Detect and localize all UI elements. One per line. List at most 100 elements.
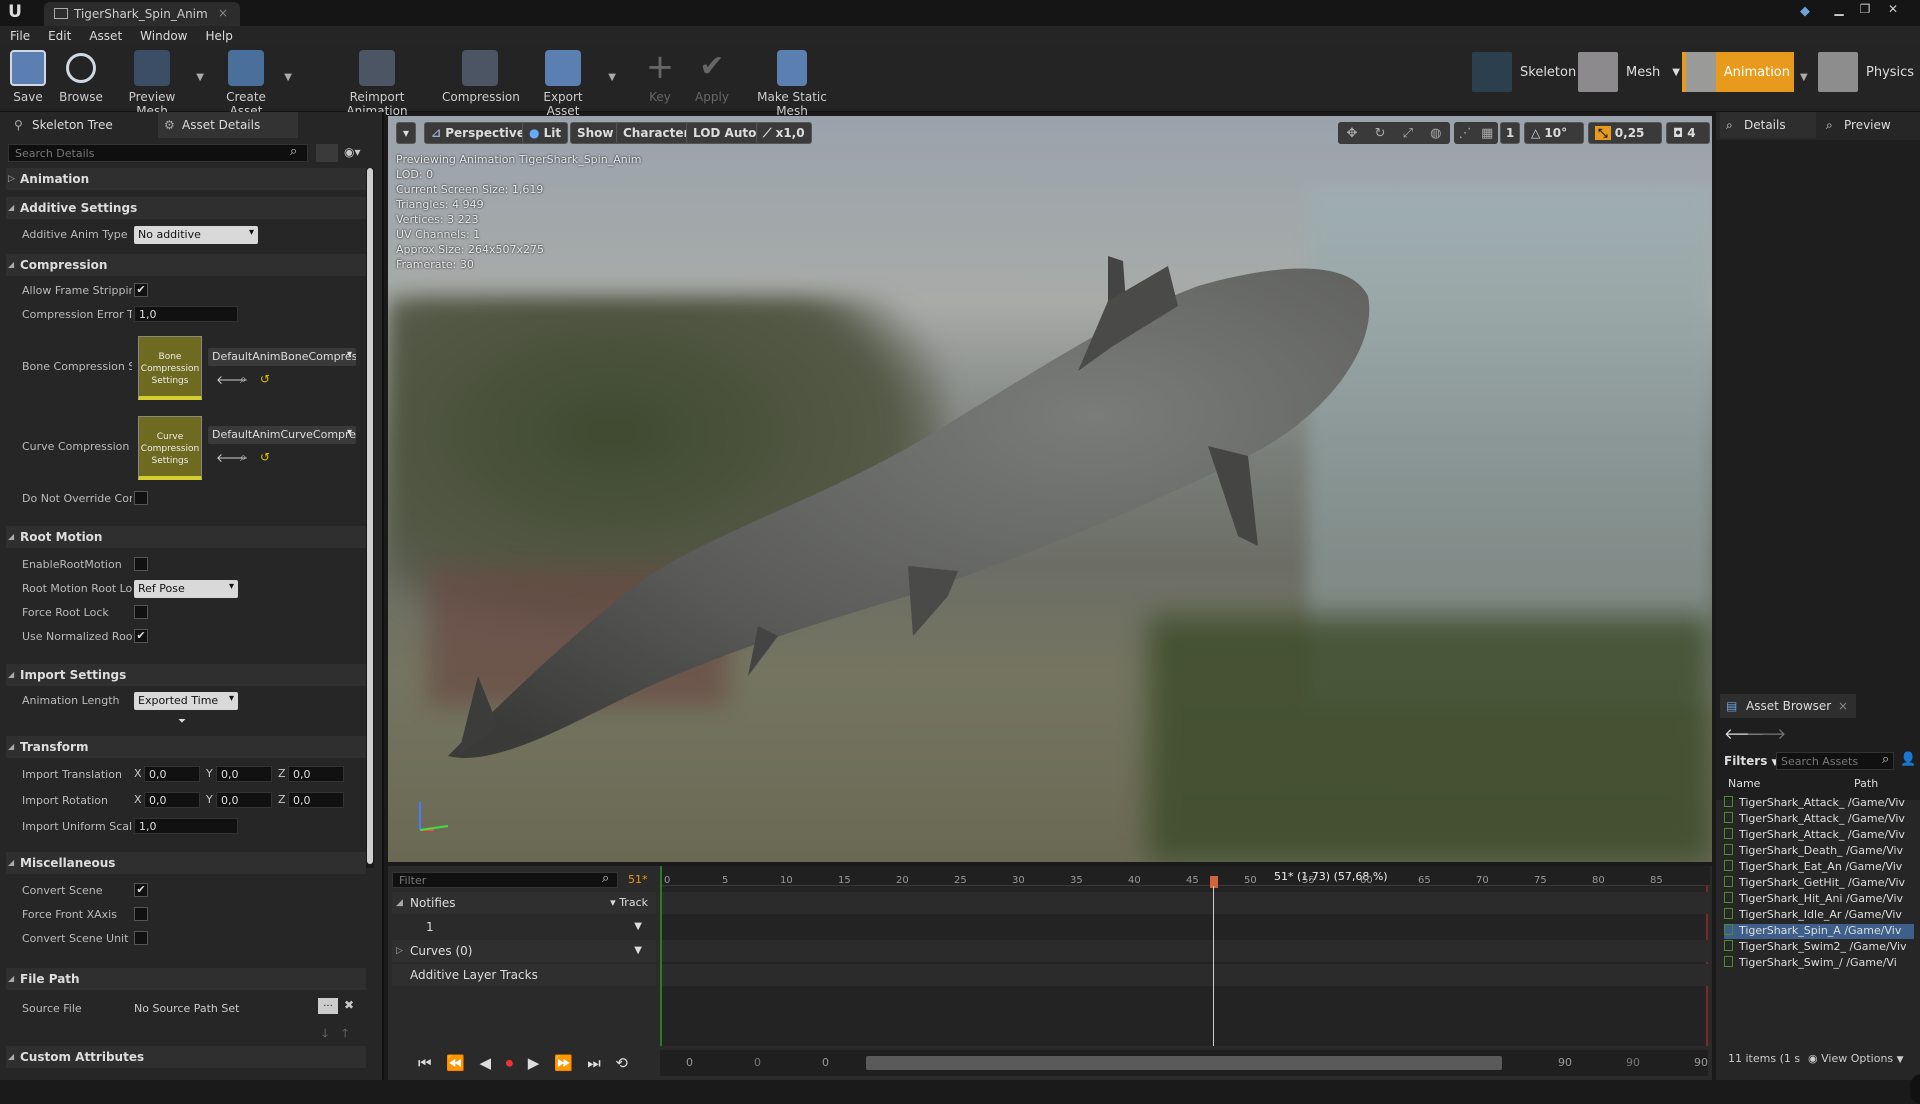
curve-compression-dropdown[interactable]: DefaultAnimCurveCompre <box>208 426 356 444</box>
key-button[interactable]: + Key <box>640 50 680 110</box>
bone-compression-dropdown[interactable]: DefaultAnimBoneCompres <box>208 348 356 366</box>
convert-scene-unit-checkbox[interactable] <box>134 931 148 945</box>
source-control-icon[interactable]: ◆ <box>1800 4 1818 20</box>
section-root-motion[interactable]: Root Motion <box>6 526 366 548</box>
mode-mesh[interactable]: Mesh ▼ <box>1578 52 1680 92</box>
tiger-shark-model[interactable] <box>388 116 1712 862</box>
search-details-input[interactable]: Search Details <box>8 144 308 162</box>
scale-snap-button[interactable]: ⤡ 0,25 <box>1588 122 1662 144</box>
perspective-button[interactable]: ⊿ Perspective <box>424 122 532 144</box>
viewport-options-dropdown[interactable]: ▾ <box>396 122 416 144</box>
arrow-up-icon[interactable]: 🡑 <box>342 1024 348 1045</box>
preview-mesh-button[interactable]: Preview Mesh ▼ <box>112 50 204 118</box>
tab-asset-details[interactable]: ⚙ Asset Details <box>158 112 298 138</box>
list-item[interactable]: TigerShark_Swim_/ /Game/Vi <box>1724 956 1914 971</box>
import-uniform-scale-field[interactable]: 1,0 <box>134 818 238 834</box>
curve-compression-thumbnail[interactable]: Curve Compression Settings <box>138 416 202 480</box>
lit-button[interactable]: ● Lit <box>522 122 569 144</box>
close-tab-icon[interactable]: × <box>1838 694 1848 718</box>
playback-speed-button[interactable]: ⟋ x1,0 <box>756 122 812 144</box>
range-slider[interactable] <box>866 1056 1502 1070</box>
tab-asset-browser[interactable]: ▤ Asset Browser × <box>1720 694 1856 718</box>
filters-button[interactable]: Filters ▼ <box>1724 754 1778 768</box>
allow-frame-stripping-checkbox[interactable]: ✔ <box>134 283 148 297</box>
layer-button[interactable]: 1 <box>1500 122 1520 144</box>
chevron-down-icon[interactable]: ▼ <box>634 940 642 962</box>
reset-icon[interactable]: ↺ <box>260 450 270 464</box>
section-miscellaneous[interactable]: Miscellaneous <box>6 852 366 874</box>
document-tab[interactable]: TigerShark_Spin_Anim × <box>44 2 240 26</box>
arrow-down-icon[interactable]: 🡓 <box>322 1024 328 1045</box>
close-tab-icon[interactable]: × <box>218 6 228 20</box>
preview-viewport[interactable]: ▾ ⊿ Perspective ● Lit Show Character LOD… <box>388 116 1712 862</box>
save-button[interactable]: Save <box>8 50 48 110</box>
tab-skeleton-tree[interactable]: ⚲ Skeleton Tree <box>8 112 158 138</box>
menu-asset[interactable]: Asset <box>89 26 122 46</box>
rotation-x-field[interactable]: 0,0 <box>144 792 200 808</box>
additive-lane[interactable] <box>662 964 1710 986</box>
chevron-down-icon[interactable]: ▼ <box>608 72 616 83</box>
do-not-override-checkbox[interactable] <box>134 491 148 505</box>
character-button[interactable]: Character <box>616 122 697 144</box>
convert-scene-checkbox[interactable]: ✔ <box>134 883 148 897</box>
rotate-icon[interactable]: ↻ <box>1375 126 1386 141</box>
menu-window[interactable]: Window <box>140 26 187 46</box>
compression-button[interactable]: Compression <box>442 50 520 110</box>
grid-icon[interactable]: ▦ <box>1481 126 1493 141</box>
play-reverse-icon[interactable]: ◀ <box>479 1054 491 1072</box>
expand-advanced-icon[interactable]: ⏷ <box>178 716 186 727</box>
list-item[interactable]: TigerShark_Attack_ /Game/Viv <box>1724 812 1914 827</box>
scrollbar-thumb[interactable] <box>367 168 373 864</box>
mode-skeleton[interactable]: Skeleton <box>1472 52 1576 92</box>
collapse-panel-handle[interactable] <box>1910 1074 1920 1104</box>
section-additive-settings[interactable]: Additive Settings <box>6 197 366 219</box>
list-item-selected[interactable]: TigerShark_Spin_A /Game/Viv <box>1724 924 1914 939</box>
rotation-y-field[interactable]: 0,0 <box>216 792 272 808</box>
translation-z-field[interactable]: 0,0 <box>288 766 344 782</box>
loop-icon[interactable]: ⟲ <box>615 1054 628 1072</box>
timeline-track-area[interactable] <box>660 866 1710 1046</box>
expand-icon[interactable]: ▷ <box>396 940 403 962</box>
menu-edit[interactable]: Edit <box>48 26 71 46</box>
menu-help[interactable]: Help <box>205 26 232 46</box>
list-item[interactable]: TigerShark_Eat_An /Game/Viv <box>1724 860 1914 875</box>
compression-error-field[interactable]: 1,0 <box>134 306 238 322</box>
list-item[interactable]: TigerShark_Hit_Ani /Game/Viv <box>1724 892 1914 907</box>
rotation-snap-button[interactable]: △ 10° <box>1524 122 1584 144</box>
skip-to-start-icon[interactable]: ⏮ <box>418 1054 432 1072</box>
apply-button[interactable]: ✔ Apply <box>690 50 734 110</box>
animation-length-dropdown[interactable]: Exported Time <box>134 692 238 710</box>
list-item[interactable]: TigerShark_Idle_Ar /Game/Viv <box>1724 908 1914 923</box>
playhead-handle[interactable] <box>1210 876 1218 888</box>
lod-button[interactable]: LOD Auto <box>686 122 764 144</box>
eye-icon[interactable]: ◉▾ <box>344 145 361 159</box>
curves-track[interactable]: ▷ Curves (0) ▼ <box>392 940 656 962</box>
chevron-down-icon[interactable]: ▼ <box>1800 72 1808 83</box>
mode-animation[interactable]: Animation <box>1682 52 1794 92</box>
list-item[interactable]: TigerShark_GetHit_ /Game/Viv <box>1724 876 1914 891</box>
expand-icon[interactable]: ◢ <box>396 892 403 914</box>
section-animation[interactable]: Animation <box>6 168 366 190</box>
rotation-z-field[interactable]: 0,0 <box>288 792 344 808</box>
forward-arrow-icon[interactable]: 🡒 <box>1746 724 1786 743</box>
chevron-down-icon[interactable]: ▼ <box>196 72 204 83</box>
property-matrix-icon[interactable] <box>316 144 338 162</box>
add-track-button[interactable]: ▾ Track <box>610 892 648 914</box>
chevron-down-icon[interactable]: ▼ <box>1672 67 1680 78</box>
timeline-filter-input[interactable]: Filter <box>392 872 618 888</box>
tab-details[interactable]: ⌕ Details <box>1720 112 1816 138</box>
make-static-mesh-button[interactable]: Make Static Mesh <box>742 50 842 118</box>
play-icon[interactable]: ▶ <box>528 1054 540 1072</box>
show-button[interactable]: Show <box>570 122 621 144</box>
list-item[interactable]: TigerShark_Swim2_ /Game/Viv <box>1724 940 1914 955</box>
view-range-bar[interactable]: 0 0 0 90 90 90 <box>660 1050 1708 1076</box>
skip-to-end-icon[interactable]: ⏭ <box>587 1054 601 1072</box>
step-forward-icon[interactable]: ⏩ <box>554 1054 573 1072</box>
root-motion-root-lock-dropdown[interactable]: Ref Pose <box>134 580 238 598</box>
user-icon[interactable]: 👤 <box>1900 752 1916 767</box>
chevron-down-icon[interactable]: ▼ <box>634 916 642 938</box>
browse-search-icon[interactable]: ⌕ <box>240 450 247 465</box>
scale-icon[interactable]: ⤢ <box>1403 126 1413 141</box>
browse-source-button[interactable]: ... <box>318 998 338 1014</box>
translate-icon[interactable]: ✥ <box>1347 126 1358 141</box>
